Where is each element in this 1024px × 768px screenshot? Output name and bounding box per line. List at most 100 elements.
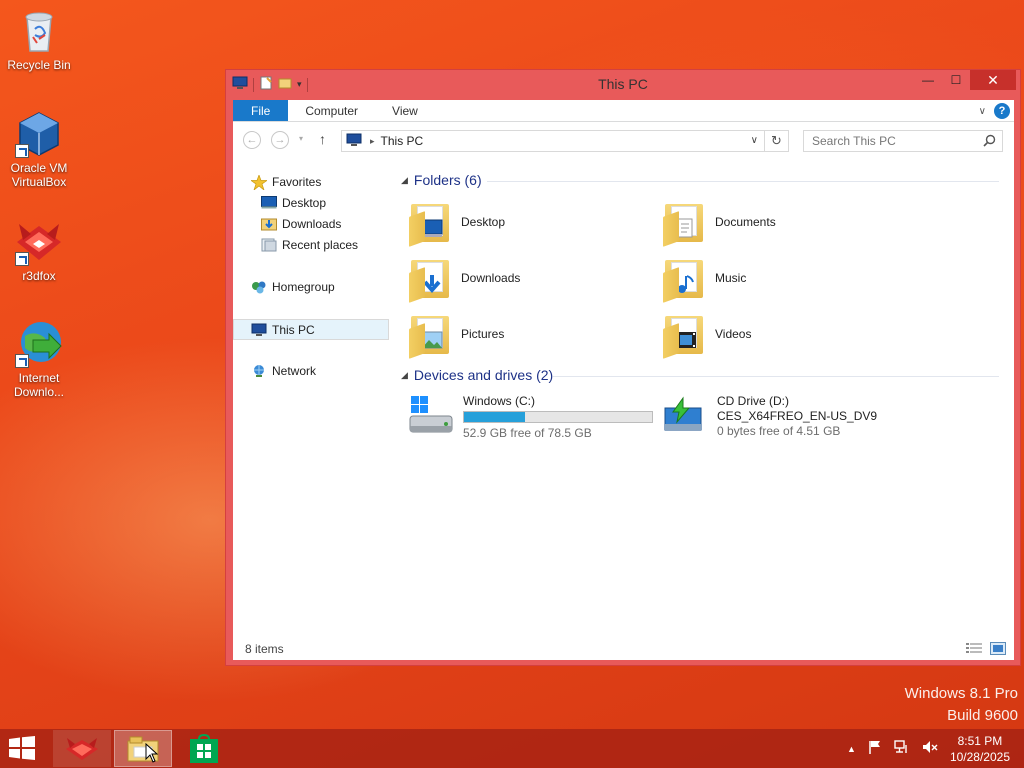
content-pane: ◢ Folders (6) Desktop Documents Download… [391,170,1014,640]
folder-label: Desktop [461,215,506,229]
recent-locations-chevron-icon[interactable]: ▾ [299,134,303,143]
item-count: 8 items [245,642,284,656]
devices-group-header[interactable]: ◢ Devices and drives (2) [401,367,553,383]
group-title: Folders (6) [413,172,482,188]
collapse-group-icon: ◢ [401,174,408,185]
taskbar-file-explorer[interactable] [114,730,172,767]
drive-tile-c[interactable]: Windows (C:) 52.9 GB free of 78.5 GB [407,394,653,441]
virtualbox-icon [15,110,63,158]
taskbar-r3dfox[interactable] [53,730,111,767]
star-icon [249,173,269,192]
tab-computer[interactable]: Computer [288,100,375,121]
nav-favorites-downloads[interactable]: Downloads [261,215,341,233]
folder-tile-downloads[interactable]: Downloads [409,252,520,304]
watermark-build: Build 9600 [947,707,1018,724]
search-input[interactable]: Search This PC [803,130,1003,152]
drive-volume-label: CES_X64FREO_EN-US_DV9 [717,409,878,423]
music-folder-icon [663,256,705,303]
nav-network[interactable]: Network [251,362,316,380]
taskbar-store[interactable] [175,730,233,767]
drive-name: Windows (C:) [463,394,536,408]
minimize-button[interactable]: — [914,70,942,90]
windows-watermark: Windows 8.1 Pro Build 9600 [905,683,1018,727]
forward-button[interactable]: → [271,131,289,149]
folder-label: Downloads [461,271,521,285]
folder-label: Videos [715,327,752,341]
start-button[interactable] [8,736,40,762]
downloads-folder-icon [261,217,277,231]
nav-favorites[interactable]: Favorites [249,173,321,192]
show-hidden-icons-chevron-icon[interactable]: ▲ [847,744,856,754]
expand-ribbon-chevron-icon[interactable]: ∨ [979,106,986,117]
volume-muted-icon[interactable] [922,740,938,757]
status-bar: 8 items [233,638,1014,660]
nav-label: Homegroup [272,280,335,294]
tab-file[interactable]: File [233,100,289,121]
desktop-icon-label: Recycle Bin [7,58,71,72]
this-pc-address-icon [346,133,362,150]
folder-tile-documents[interactable]: Documents [663,196,776,248]
nav-homegroup[interactable]: Homegroup [251,278,335,296]
desktop-icon-r3dfox[interactable]: r3dfox [1,218,77,283]
search-icon[interactable] [983,134,996,150]
address-bar[interactable]: ▸ This PC ∨ [341,130,765,152]
system-tray: ▲ 8:51 PM 10/28/2025 [847,729,1024,768]
desktop-icon-label: r3dfox [22,269,56,283]
window-titlebar[interactable]: ▾ This PC — ☐ ✕ [226,70,1020,98]
folder-tile-music[interactable]: Music [663,252,746,304]
network-status-icon[interactable] [894,740,910,757]
drive-tile-d[interactable]: CD Drive (D:) CES_X64FREO_EN-US_DV9 0 by… [661,394,877,441]
address-row: ← → ▾ ↑ ▸ This PC ∨ ↻ Search This PC [233,122,1014,156]
windows-drive-icon [407,394,455,441]
desktop-icon-internet-download-manager[interactable]: Internet Downlo... [1,320,77,399]
pictures-folder-icon [409,312,451,359]
large-icons-view-icon[interactable] [990,642,1006,658]
folder-label: Pictures [461,327,505,341]
navigation-pane: Favorites Desktop Downloads Recent place… [233,170,391,630]
desktop-icon-recycle-bin[interactable]: Recycle Bin [1,7,77,72]
recent-places-icon [261,238,277,252]
folder-tile-pictures[interactable]: Pictures [409,308,504,360]
clock-date: 10/28/2025 [949,749,1010,764]
group-divider [553,376,999,377]
drive-usage-bar [463,411,653,423]
nav-label: This PC [272,322,315,337]
ribbon-tabs: File Computer View ∨ ? [233,100,1014,122]
folders-group-header[interactable]: ◢ Folders (6) [401,172,482,188]
folder-tile-videos[interactable]: Videos [663,308,751,360]
nav-this-pc[interactable]: This PC [233,319,389,340]
nav-favorites-recent-places[interactable]: Recent places [261,236,358,254]
this-pc-icon [251,323,267,337]
maximize-button[interactable]: ☐ [942,70,970,90]
shortcut-arrow-icon [15,354,29,368]
address-dropdown-chevron-icon[interactable]: ∨ [751,135,758,146]
folder-tile-desktop[interactable]: Desktop [409,196,505,248]
nav-favorites-desktop[interactable]: Desktop [261,194,326,212]
shortcut-arrow-icon [15,144,29,158]
help-button[interactable]: ? [994,103,1010,119]
cd-drive-icon [661,394,709,441]
collapse-group-icon: ◢ [401,369,408,380]
downloads-folder-icon [409,256,451,303]
documents-folder-icon [663,200,705,247]
up-arrow-button[interactable]: ↑ [319,131,326,147]
desktop-folder-icon [409,200,451,247]
action-center-flag-icon[interactable] [868,740,882,757]
back-button[interactable]: ← [243,131,261,149]
breadcrumb-separator-icon[interactable]: ▸ [370,136,375,147]
drive-usage-fill [464,412,526,422]
videos-folder-icon [663,312,705,359]
desktop-icon-virtualbox[interactable]: Oracle VM VirtualBox [1,110,77,189]
breadcrumb-this-pc[interactable]: This PC [381,134,424,148]
folder-label: Music [715,271,747,285]
details-view-icon[interactable] [966,642,982,658]
tab-view[interactable]: View [375,100,435,121]
taskbar-clock[interactable]: 8:51 PM 10/28/2025 [950,733,1010,765]
close-button[interactable]: ✕ [970,70,1016,90]
desktop-icon-label: Oracle VM VirtualBox [10,161,68,189]
drive-name: CD Drive (D:) [717,394,789,408]
refresh-button[interactable]: ↻ [765,130,789,152]
windows-logo-icon [9,736,35,760]
drive-info: Windows (C:) 52.9 GB free of 78.5 GB [463,394,653,441]
nav-label: Network [272,364,317,378]
